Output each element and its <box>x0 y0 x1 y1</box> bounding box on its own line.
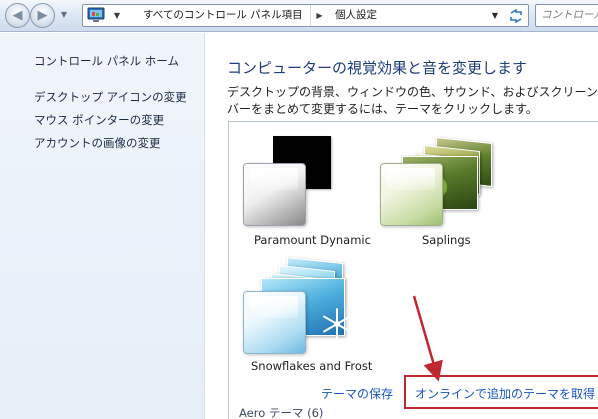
address-bar[interactable]: ▼ すべてのコントロール パネル項目 ▶ 個人設定 ▼ <box>82 4 529 27</box>
chevron-down-icon: ▼ <box>60 10 68 19</box>
search-input[interactable]: コントロール パ <box>535 4 598 27</box>
get-more-themes-online-link[interactable]: オンラインで追加のテーマを取得 <box>404 375 598 409</box>
control-panel-home-link[interactable]: コントロール パネル ホーム <box>34 53 179 69</box>
control-panel-icon <box>87 7 105 22</box>
address-dropdown-icon[interactable]: ▼ <box>487 5 503 26</box>
theme-snowflakes-and-frost[interactable] <box>243 257 363 354</box>
refresh-icon <box>510 8 522 23</box>
sidebar-link-mouse-pointers[interactable]: マウス ポインターの変更 <box>34 112 164 128</box>
theme-color-swatch <box>243 163 306 226</box>
arrow-right-icon: ▶ <box>37 8 48 23</box>
sidebar: コントロール パネル ホーム デスクトップ アイコンの変更 マウス ポインターの… <box>0 33 205 419</box>
snowflake-icon <box>323 308 351 340</box>
aero-themes-section-header: Aero テーマ (6) <box>239 405 323 419</box>
breadcrumb-personalization[interactable]: 個人設定 <box>335 5 425 26</box>
breadcrumb-all-items[interactable]: すべてのコントロール パネル項目 <box>143 5 328 26</box>
theme-saplings[interactable] <box>380 136 500 228</box>
breadcrumb-chevron-icon[interactable]: ▼ <box>108 5 126 26</box>
theme-color-swatch <box>243 291 306 354</box>
theme-color-swatch <box>380 163 443 226</box>
save-theme-link[interactable]: テーマの保存 <box>321 385 393 402</box>
navigation-bar: ◀ ▶ ▼ ▼ すべてのコントロール パネル項目 ▶ 個人設定 ▼ コントロール… <box>0 0 598 32</box>
breadcrumb-separator-icon[interactable]: ▶ <box>310 5 328 26</box>
aero-themes-count: (6) <box>307 406 324 419</box>
description-line-2: バーをまとめて変更するには、テーマをクリックします。 <box>227 102 538 116</box>
recent-pages-dropdown[interactable]: ▼ <box>58 9 70 21</box>
sidebar-link-account-picture[interactable]: アカウントの画像の変更 <box>34 135 161 151</box>
theme-paramount-dynamic[interactable] <box>243 136 331 226</box>
forward-button[interactable]: ▶ <box>30 3 55 28</box>
description-line-1: デスクトップの背景、ウィンドウの色、サウンド、およびスクリーン <box>227 85 598 99</box>
theme-label-paramount-dynamic[interactable]: Paramount Dynamic <box>254 233 371 247</box>
page-title: コンピューターの視覚効果と音を変更します <box>227 59 528 77</box>
sidebar-link-desktop-icons[interactable]: デスクトップ アイコンの変更 <box>34 89 187 105</box>
theme-label-saplings[interactable]: Saplings <box>422 233 471 247</box>
theme-label-snowflakes-and-frost[interactable]: Snowflakes and Frost <box>251 359 372 373</box>
aero-themes-label: Aero テーマ <box>239 406 304 419</box>
arrow-left-icon: ◀ <box>12 8 23 23</box>
refresh-button[interactable] <box>506 6 526 25</box>
back-button[interactable]: ◀ <box>5 3 30 28</box>
